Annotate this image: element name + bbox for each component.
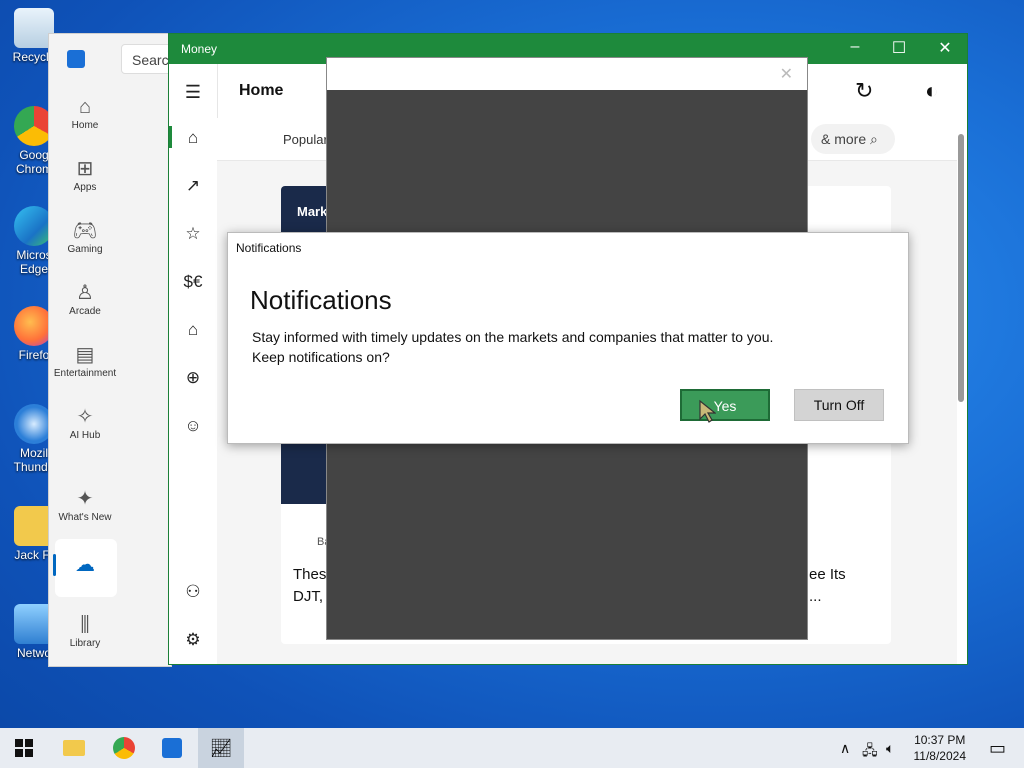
taskbar-chrome[interactable] [110,734,138,762]
notifications-dialog: Notifications Notifications Stay informe… [227,232,909,444]
stock-chart-icon: 📈︎ [209,738,233,758]
store-nav-label: AI Hub [69,430,101,441]
network-tray-icon[interactable]: 🖧︎ [862,740,878,764]
world-markets-icon[interactable]: ⊕ [169,368,217,388]
dark-mode-icon[interactable]: ◐ [925,78,938,104]
show-hidden-icons-chevron-icon[interactable]: ∧ [840,740,850,757]
home-icon: ⌂ [78,96,92,118]
page-title: Home [239,82,284,99]
clock-date: 11/8/2024 [913,749,967,763]
volume-icon[interactable]: 🔈︎ [886,740,894,757]
dialog-message-line1: Stay informed with timely updates on the… [252,329,774,345]
gamepad-icon: 🎮︎ [72,220,98,242]
maximize-button[interactable]: ☐ [879,38,919,58]
minimize-button[interactable]: – [835,38,875,56]
currency-icon[interactable]: $€ [169,272,217,292]
store-nav-arcade[interactable]: ♙ Arcade [49,280,121,317]
markets-card-label: Mark [297,204,328,219]
taskbar-store[interactable] [158,734,186,762]
tab-popular[interactable]: Popular [283,132,328,147]
store-nav-label: Library [69,638,101,649]
folder-icon [63,740,85,756]
store-nav-label: What's New [58,512,112,523]
yes-button[interactable]: Yes [680,389,770,421]
home-icon[interactable]: ⌂ [169,128,217,148]
store-window: Search ⌂ Home ⊞ Apps 🎮︎ Gaming ♙ Arcade … [48,33,181,667]
refresh-icon[interactable]: ↻ [855,78,873,104]
sparkle-icon: ✧ [76,406,94,428]
add-user-icon[interactable]: ⚇ [169,582,217,602]
taskbar: 📈︎ ∧ 🖧︎ 🔈︎ 10:37 PM 11/8/2024 ▭ [0,728,1024,768]
store-nav-library[interactable]: ⫼ Library [49,612,121,649]
turn-off-button[interactable]: Turn Off [794,389,884,421]
clapperboard-icon: ▤ [75,344,95,366]
scrollbar[interactable] [957,124,965,664]
taskbar-money[interactable]: 📈︎ [198,728,244,768]
store-nav-downloads[interactable]: ☁ [49,552,121,578]
more-label: & more [821,131,867,147]
smiley-icon[interactable]: ☺ [169,416,217,436]
party-icon: ✦ [76,488,94,510]
store-nav-entertainment[interactable]: ▤ Entertainment [49,342,121,379]
store-nav-ai-hub[interactable]: ✧ AI Hub [49,404,121,441]
overlay-header: ✕ [327,58,807,90]
store-logo-icon [67,50,85,68]
headline-right[interactable]: ee Its ... [809,564,857,608]
joystick-icon: ♙ [76,282,94,304]
money-sidebar: ☰ ⌂ ↗ ☆ $€ ⌂ ⊕ ☺ ⚇ ⚙ [169,64,218,664]
money-window-title: Money [181,42,218,56]
store-nav-label: Arcade [69,306,101,317]
home-active-indicator [169,126,172,148]
store-nav-apps[interactable]: ⊞ Apps [49,156,121,193]
dialog-heading: Notifications [250,285,392,315]
chrome-icon [113,737,135,759]
windows-logo-icon [15,739,33,757]
cloud-download-icon: ☁ [75,554,95,576]
store-nav-label: Gaming [67,244,103,255]
clock-time: 10:37 PM [914,733,966,747]
store-nav-label: Entertainment [53,368,117,379]
scrollbar-thumb[interactable] [958,134,964,402]
store-nav-label: Apps [73,182,97,193]
dialog-message: Stay informed with timely updates on the… [252,327,872,367]
store-nav-whats-new[interactable]: ✦ What's New [49,486,121,523]
notification-center-icon[interactable]: ▭ [989,738,1006,759]
trending-icon[interactable]: ↗ [169,176,217,196]
house-value-icon[interactable]: ⌂ [169,320,217,340]
hamburger-menu-icon[interactable]: ☰ [169,82,217,103]
search-more-field[interactable]: & more ⌕ [811,124,895,154]
search-icon: ⌕ [870,131,878,147]
store-nav-home[interactable]: ⌂ Home [49,94,121,131]
taskbar-file-explorer[interactable] [60,734,88,762]
close-icon[interactable]: ✕ [780,64,793,84]
clock[interactable]: 10:37 PM 11/8/2024 [914,732,967,764]
watchlist-icon[interactable]: ☆ [169,224,217,244]
mouse-cursor-icon [699,399,716,423]
start-button[interactable] [10,734,38,762]
dialog-message-line2: Keep notifications on? [252,349,390,365]
store-nav-gaming[interactable]: 🎮︎ Gaming [49,218,121,255]
dialog-window-title: Notifications [236,241,302,255]
store-nav-label: Home [71,120,99,131]
close-button[interactable]: ✕ [925,38,965,58]
settings-gear-icon[interactable]: ⚙ [169,630,217,650]
library-icon: ⫼ [80,614,90,636]
store-bag-icon [162,738,182,758]
apps-icon: ⊞ [76,158,94,180]
